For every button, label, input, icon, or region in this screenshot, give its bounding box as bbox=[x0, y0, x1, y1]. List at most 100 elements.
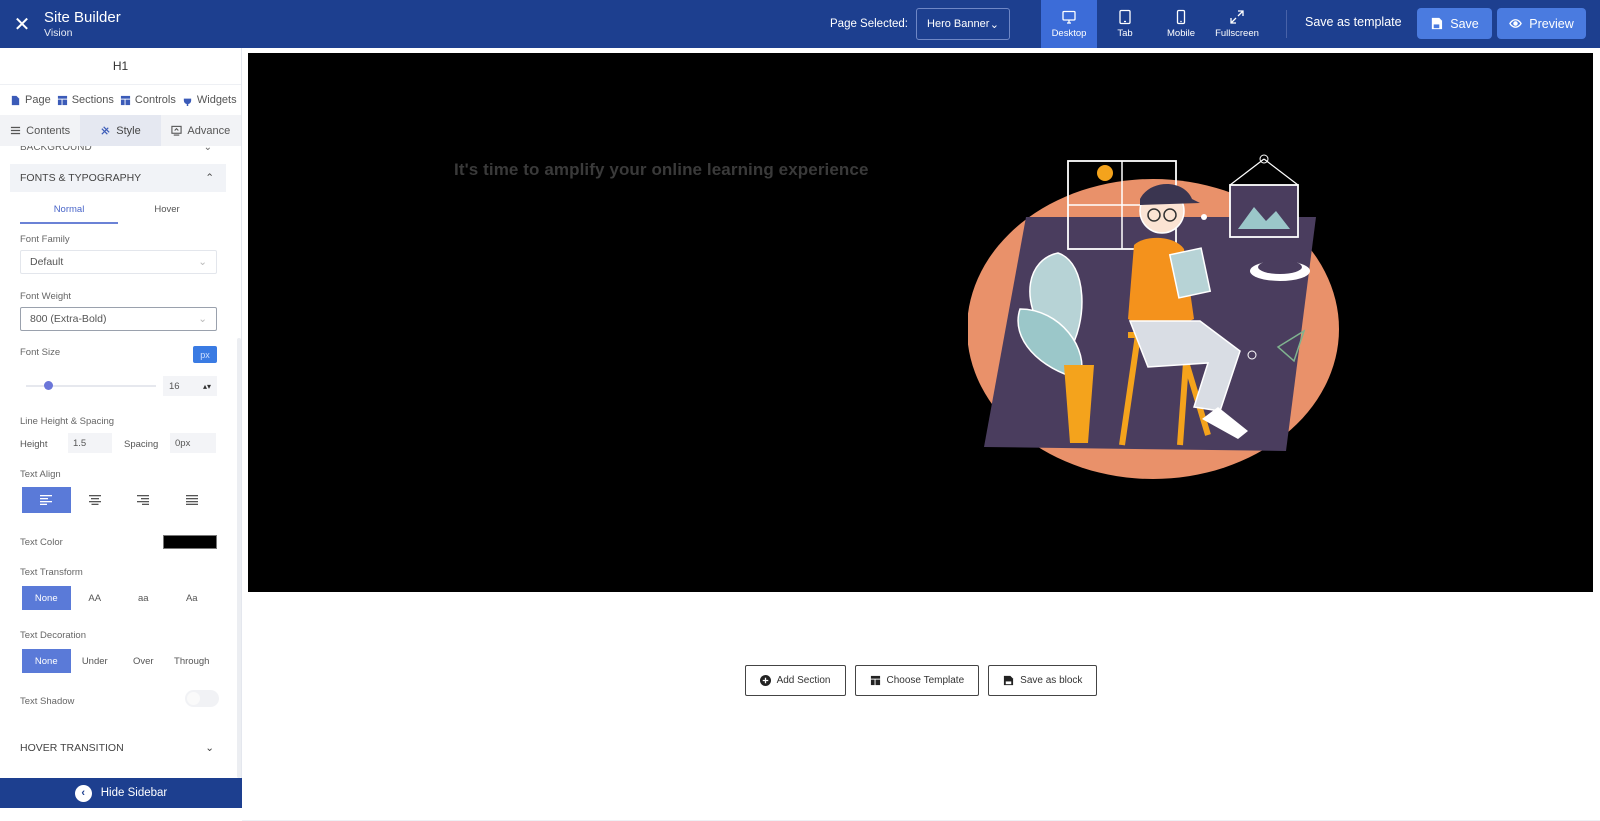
transform-uppercase-button[interactable]: AA bbox=[71, 586, 120, 610]
background-section-label: BACKGROUND bbox=[20, 146, 92, 153]
app-subtitle: Vision bbox=[44, 26, 73, 39]
align-right-icon bbox=[137, 495, 150, 505]
page-selected-label: Page Selected: bbox=[830, 18, 909, 30]
font-size-input[interactable]: 16 ▴▾ bbox=[163, 376, 217, 396]
save-as-block-label: Save as block bbox=[1020, 675, 1083, 686]
tab-widgets-label: Widgets bbox=[196, 94, 237, 106]
choose-template-button[interactable]: Choose Template bbox=[854, 665, 980, 696]
transform-capitalize-button[interactable]: Aa bbox=[168, 586, 217, 610]
decoration-underline-button[interactable]: Under bbox=[71, 649, 120, 673]
sidebar-sub-tabs: Contents Style Advance bbox=[0, 115, 241, 146]
tab-widgets[interactable]: Widgets bbox=[182, 94, 237, 106]
font-size-slider-handle[interactable] bbox=[44, 381, 53, 390]
decoration-through-button[interactable]: Through bbox=[168, 649, 217, 673]
font-size-slider[interactable] bbox=[26, 381, 156, 390]
device-fullscreen-label: Fullscreen bbox=[1215, 28, 1259, 39]
text-decoration-group: None Under Over Through bbox=[22, 649, 216, 673]
align-center-button[interactable] bbox=[71, 487, 120, 513]
device-mobile-button[interactable]: Mobile bbox=[1153, 0, 1209, 48]
hero-heading[interactable]: It's time to amplify your online learnin… bbox=[454, 160, 869, 180]
add-section-button[interactable]: Add Section bbox=[744, 665, 846, 696]
align-justify-button[interactable] bbox=[168, 487, 217, 513]
page-icon bbox=[11, 95, 20, 105]
tab-controls-label: Controls bbox=[134, 94, 176, 106]
save-icon bbox=[1432, 17, 1443, 30]
background-section-header[interactable]: BACKGROUND ⌄ bbox=[0, 146, 236, 158]
device-desktop-label: Desktop bbox=[1051, 28, 1087, 39]
chevron-down-icon: ⌄ bbox=[198, 313, 207, 325]
tab-hover[interactable]: Hover bbox=[118, 204, 216, 224]
header-divider bbox=[1286, 10, 1287, 38]
tab-normal[interactable]: Normal bbox=[20, 204, 118, 224]
text-color-label: Text Color bbox=[20, 537, 63, 548]
tab-page[interactable]: Page bbox=[10, 94, 51, 106]
decoration-overline-button[interactable]: Over bbox=[119, 649, 168, 673]
selected-element-title: H1 bbox=[0, 48, 241, 85]
font-weight-value: 800 (Extra-Bold) bbox=[30, 313, 107, 325]
decoration-none-button[interactable]: None bbox=[22, 649, 71, 673]
top-bar: ✕ Site Builder Vision Page Selected: Her… bbox=[0, 0, 1600, 48]
hover-transition-header[interactable]: HOVER TRANSITION ⌄ bbox=[10, 734, 226, 762]
align-justify-icon bbox=[185, 495, 198, 505]
font-family-select[interactable]: Default ⌄ bbox=[20, 250, 217, 274]
chevron-down-icon: ⌄ bbox=[989, 18, 1000, 31]
tab-sections[interactable]: Sections bbox=[57, 94, 114, 106]
tab-sections-label: Sections bbox=[71, 94, 114, 106]
page-selector: Page Selected: Hero Banner ⌄ bbox=[830, 0, 1011, 48]
align-left-icon bbox=[40, 495, 53, 505]
save-button[interactable]: Save bbox=[1417, 8, 1492, 39]
close-button[interactable]: ✕ bbox=[0, 0, 44, 48]
sidebar-main-tabs: Page Sections Controls Widgets bbox=[0, 85, 241, 115]
transform-none-button[interactable]: None bbox=[22, 586, 71, 610]
section-actions: Add Section Choose Template Save as bloc… bbox=[242, 665, 1600, 696]
tab-contents-label: Contents bbox=[26, 124, 71, 137]
style-brush-icon bbox=[101, 126, 110, 135]
app-title: Site Builder bbox=[44, 9, 121, 27]
line-height-spacing-label: Line Height & Spacing bbox=[20, 416, 115, 427]
choose-template-label: Choose Template bbox=[886, 675, 965, 686]
transform-lowercase-button[interactable]: aa bbox=[119, 586, 168, 610]
text-shadow-toggle[interactable] bbox=[185, 690, 219, 707]
text-transform-label: Text Transform bbox=[20, 567, 83, 578]
font-weight-label: Font Weight bbox=[20, 291, 72, 302]
device-fullscreen-button[interactable]: Fullscreen bbox=[1209, 0, 1265, 48]
close-icon: ✕ bbox=[13, 13, 31, 36]
page-select-dropdown[interactable]: Hero Banner ⌄ bbox=[916, 8, 1011, 40]
save-as-template-button[interactable]: Save as template bbox=[1305, 15, 1402, 29]
text-color-swatch[interactable] bbox=[163, 535, 217, 549]
hide-sidebar-label: Hide Sidebar bbox=[100, 787, 168, 799]
advance-icon bbox=[171, 125, 183, 136]
preview-button[interactable]: Preview bbox=[1497, 8, 1586, 39]
font-size-value: 16 bbox=[169, 380, 180, 392]
eye-icon bbox=[1509, 19, 1523, 28]
text-align-group bbox=[22, 487, 216, 513]
sidebar-scroll-area[interactable]: BACKGROUND ⌄ FONTS & TYPOGRAPHY ⌃ Normal… bbox=[0, 146, 236, 774]
font-size-label: Font Size bbox=[20, 347, 61, 358]
hero-banner-section[interactable]: It's time to amplify your online learnin… bbox=[248, 53, 1593, 592]
chevron-left-icon: ‹ bbox=[74, 784, 92, 802]
font-weight-select[interactable]: 800 (Extra-Bold) ⌄ bbox=[20, 307, 217, 331]
align-right-button[interactable] bbox=[119, 487, 168, 513]
sidebar-scrollbar[interactable] bbox=[237, 338, 241, 778]
tab-advance[interactable]: Advance bbox=[161, 115, 241, 146]
device-tab-button[interactable]: Tab bbox=[1097, 0, 1153, 48]
controls-icon bbox=[120, 95, 130, 105]
list-icon bbox=[11, 126, 21, 135]
tab-contents[interactable]: Contents bbox=[0, 115, 80, 146]
stepper-icon[interactable]: ▴▾ bbox=[203, 382, 211, 391]
fonts-typography-header[interactable]: FONTS & TYPOGRAPHY ⌃ bbox=[10, 164, 226, 192]
letter-spacing-input[interactable]: 0px bbox=[170, 433, 216, 453]
line-height-input[interactable]: 1.5 bbox=[68, 433, 112, 453]
tab-page-label: Page bbox=[25, 94, 51, 106]
state-tabs: Normal Hover bbox=[20, 204, 216, 224]
tab-style[interactable]: Style bbox=[80, 115, 161, 146]
align-left-button[interactable] bbox=[22, 487, 71, 513]
font-size-unit-toggle[interactable]: px bbox=[193, 346, 217, 363]
hide-sidebar-button[interactable]: ‹ Hide Sidebar bbox=[0, 778, 242, 808]
tab-controls[interactable]: Controls bbox=[120, 94, 176, 106]
align-center-icon bbox=[88, 495, 101, 505]
save-as-block-button[interactable]: Save as block bbox=[988, 665, 1098, 696]
preview-label: Preview bbox=[1529, 16, 1574, 31]
save-label: Save bbox=[1450, 16, 1479, 31]
device-desktop-button[interactable]: Desktop bbox=[1041, 0, 1097, 48]
